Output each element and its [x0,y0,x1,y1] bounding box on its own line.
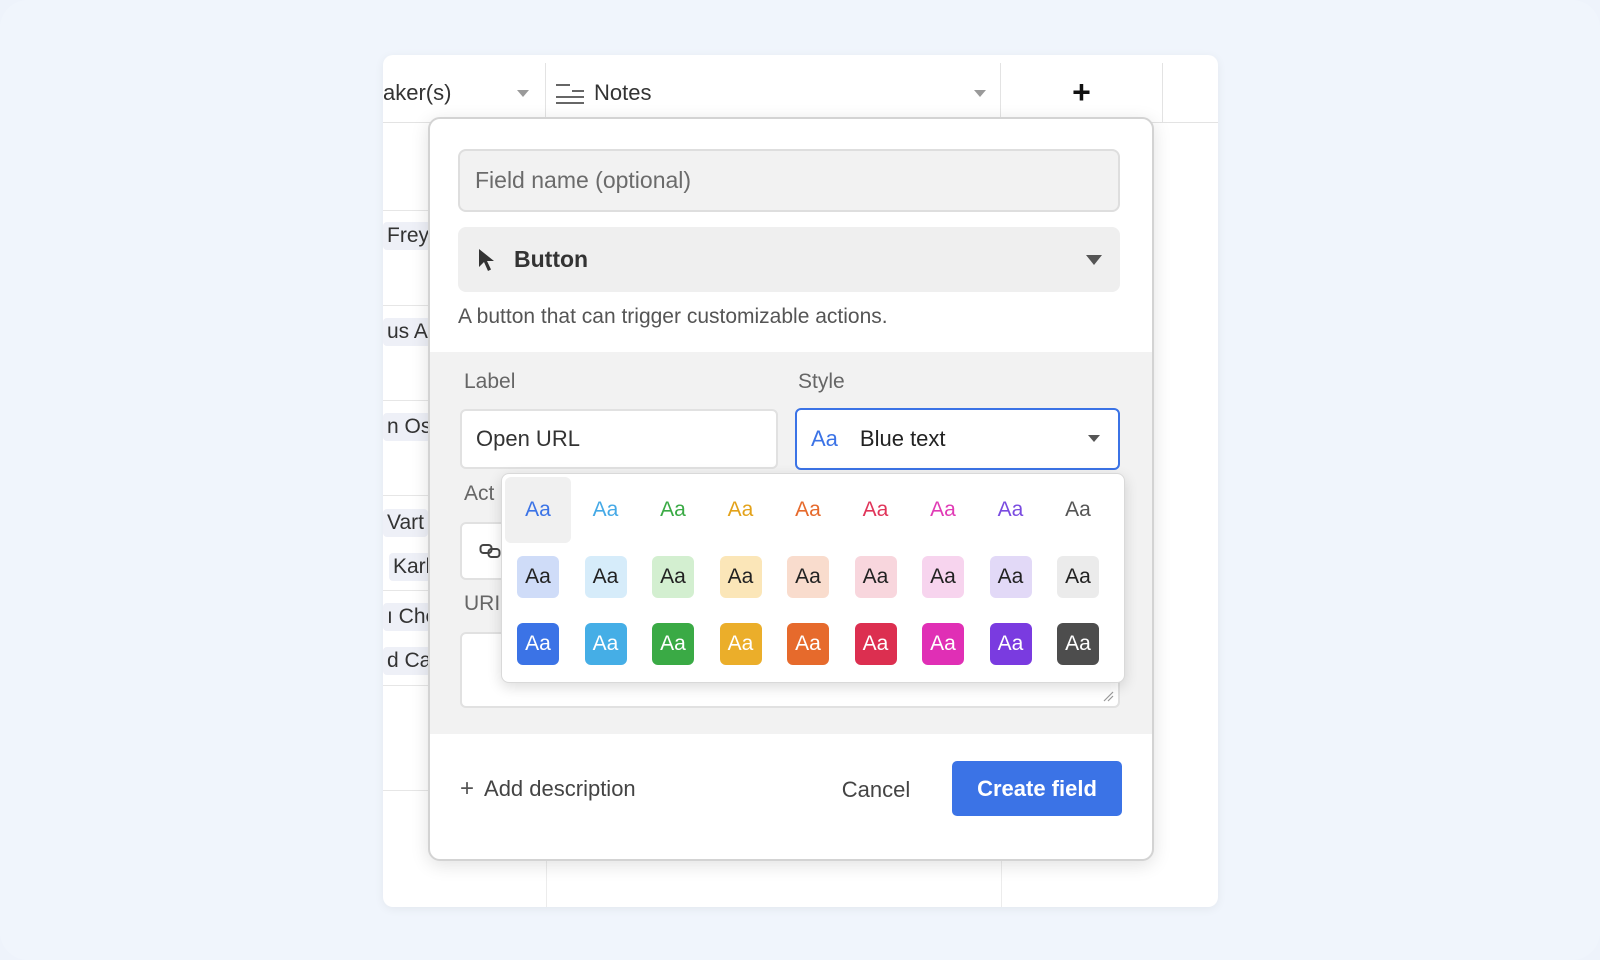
style-swatch-light-2[interactable]: Aa [652,556,694,598]
style-swatch-solid-4[interactable]: Aa [787,623,829,665]
style-swatch-text-1[interactable]: Aa [585,489,627,531]
column-header-label: aker(s) [383,79,452,105]
style-title: Style [798,370,845,393]
style-swatch-light-8[interactable]: Aa [1057,556,1099,598]
column-header-notes[interactable]: Notes [546,63,1001,123]
cancel-button[interactable]: Cancel [828,763,924,817]
style-preview: Aa [811,426,838,451]
button-label-input[interactable] [460,409,778,469]
style-swatch-solid-0[interactable]: Aa [517,623,559,665]
plus-icon: + [1072,74,1091,110]
style-swatch-light-5[interactable]: Aa [854,556,897,598]
field-type-label: Button [514,246,589,272]
column-header-speakers[interactable]: aker(s) [383,63,546,123]
style-swatch-text-6[interactable]: Aa [922,489,964,531]
style-swatch-text-4[interactable]: Aa [787,489,829,531]
style-swatch-text-8[interactable]: Aa [1057,489,1099,531]
url-title: URI [464,592,501,615]
style-swatch-text-3[interactable]: Aa [720,489,762,531]
style-palette: Aa Aa Aa Aa Aa Aa Aa Aa Aa Aa Aa Aa Aa Aa Aa Aa Aa Aa Aa Aa… [501,473,1125,683]
style-swatch-text-0[interactable]: Aa [517,489,559,531]
chevron-down-icon[interactable] [517,90,529,97]
speaker-chip: Frey [383,222,433,250]
style-swatch-solid-5[interactable]: Aa [854,623,897,665]
long-text-icon [556,81,584,105]
chevron-down-icon[interactable] [974,90,986,97]
chevron-down-icon [1086,255,1102,265]
resize-handle-icon[interactable] [1102,690,1114,702]
plus-icon: + [460,775,475,802]
style-swatch-solid-8[interactable]: Aa [1057,623,1099,665]
style-swatch-solid-2[interactable]: Aa [652,623,694,665]
action-title: Act [464,482,495,505]
style-swatch-text-7[interactable]: Aa [990,489,1032,531]
create-field-button[interactable]: Create field [952,761,1122,816]
field-name-input[interactable] [458,149,1120,212]
style-swatch-light-1[interactable]: Aa [584,556,627,598]
cursor-icon [479,248,494,271]
style-swatch-light-0[interactable]: Aa [517,556,559,598]
create-field-dialog: Button A button that can trigger customi… [428,117,1154,861]
style-swatch-light-6[interactable]: Aa [922,556,964,598]
style-swatch-light-3[interactable]: Aa [719,556,762,598]
column-header-label: Notes [594,79,652,105]
style-swatch-text-5[interactable]: Aa [855,489,897,531]
add-description-button[interactable]: + Add description [460,775,636,803]
add-description-label: Add description [484,776,636,801]
style-swatch-light-7[interactable]: Aa [989,556,1032,598]
add-column-button[interactable]: + [1001,63,1163,123]
style-swatch-text-2[interactable]: Aa [652,489,694,531]
style-swatch-light-4[interactable]: Aa [787,556,829,598]
speaker-chip: us A [383,318,432,346]
chevron-down-icon [1088,435,1100,442]
field-type-select[interactable]: Button [458,227,1120,292]
field-type-description: A button that can trigger customizable a… [458,305,888,328]
style-swatch-solid-1[interactable]: Aa [584,623,627,665]
speaker-chip: Vart [383,509,428,537]
style-select[interactable]: Aa Blue text [795,408,1120,470]
style-swatch-solid-3[interactable]: Aa [719,623,762,665]
link-icon [479,544,501,558]
style-value: Blue text [859,426,946,451]
column-header-empty [1163,63,1218,123]
label-title: Label [464,370,516,393]
style-swatch-solid-6[interactable]: Aa [922,623,964,665]
style-swatch-solid-7[interactable]: Aa [989,623,1032,665]
